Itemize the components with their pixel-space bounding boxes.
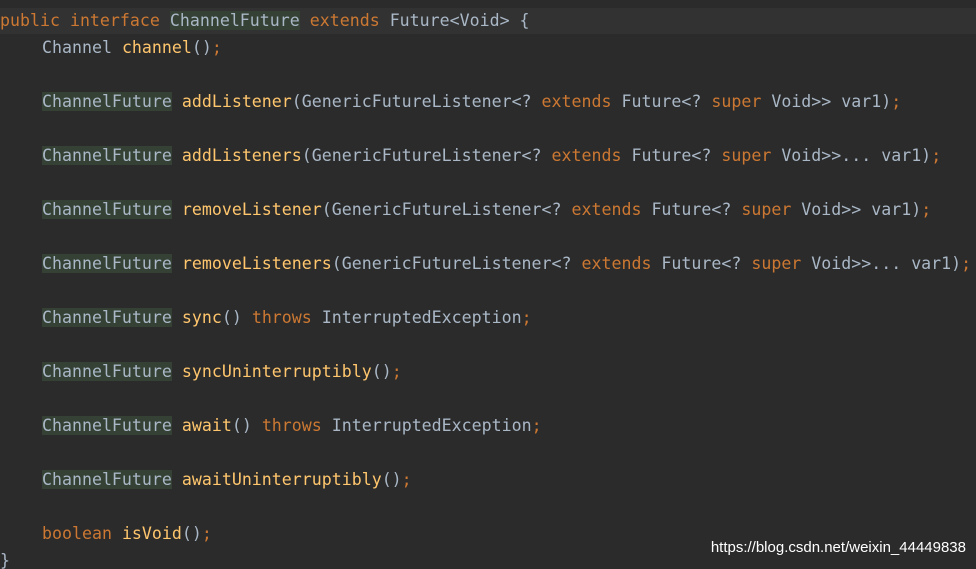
- semicolon: ;: [201, 524, 212, 543]
- return-type: ChannelFuture: [42, 470, 172, 489]
- semicolon: ;: [531, 416, 542, 435]
- code-line-remove-listener: ChannelFuture removeListener(GenericFutu…: [0, 197, 931, 223]
- method-name: addListener: [181, 92, 292, 111]
- keyword-super: super: [711, 92, 762, 111]
- return-type: ChannelFuture: [42, 254, 172, 273]
- params-part: Future<?: [651, 254, 752, 273]
- keyword-extends: extends: [571, 200, 642, 219]
- params-part: Void>> var1): [791, 200, 922, 219]
- code-line-interface-declaration: public interface ChannelFuture extends F…: [0, 8, 976, 34]
- keyword-public: public: [0, 11, 60, 30]
- semicolon: ;: [961, 254, 972, 273]
- semicolon: ;: [921, 200, 932, 219]
- method-parens: (): [181, 524, 202, 543]
- method-name: channel: [121, 38, 192, 57]
- semicolon: ;: [391, 362, 402, 381]
- semicolon: ;: [931, 146, 942, 165]
- method-name: syncUninterruptibly: [181, 362, 372, 381]
- code-line-sync: ChannelFuture sync() throws InterruptedE…: [0, 305, 532, 331]
- params-part: Future<?: [621, 146, 722, 165]
- params-part: (GenericFutureListener<?: [291, 92, 542, 111]
- keyword-extends: extends: [581, 254, 652, 273]
- method-name: await: [181, 416, 232, 435]
- method-name: sync: [181, 308, 222, 327]
- method-parens: (): [371, 362, 392, 381]
- keyword-super: super: [751, 254, 802, 273]
- semicolon: ;: [401, 470, 412, 489]
- keyword-interface: interface: [69, 11, 160, 30]
- method-name: addListeners: [181, 146, 302, 165]
- watermark-url: https://blog.csdn.net/weixin_44449838: [710, 539, 966, 556]
- code-line-remove-listeners: ChannelFuture removeListeners(GenericFut…: [0, 251, 971, 277]
- semicolon: ;: [521, 308, 532, 327]
- code-editor[interactable]: public interface ChannelFuture extends F…: [0, 0, 976, 569]
- params-part: Future<?: [611, 92, 712, 111]
- code-line-closing-brace: }: [0, 548, 10, 569]
- code-line-is-void: boolean isVoid();: [0, 521, 212, 547]
- keyword-super: super: [741, 200, 792, 219]
- return-type: ChannelFuture: [42, 146, 172, 165]
- closing-brace: }: [0, 551, 10, 569]
- return-type: ChannelFuture: [42, 308, 172, 327]
- exception-type: InterruptedException: [331, 416, 532, 435]
- method-name: removeListener: [181, 200, 322, 219]
- code-line-add-listeners: ChannelFuture addListeners(GenericFuture…: [0, 143, 941, 169]
- method-parens: (): [231, 416, 252, 435]
- return-type: ChannelFuture: [42, 416, 172, 435]
- interface-supertype: Future<Void> {: [389, 11, 530, 30]
- semicolon: ;: [891, 92, 902, 111]
- keyword-boolean: boolean: [42, 524, 112, 543]
- params-part: Void>>... var1): [801, 254, 962, 273]
- method-parens: (): [221, 308, 242, 327]
- code-line-sync-uninterruptibly: ChannelFuture syncUninterruptibly();: [0, 359, 402, 385]
- return-type: ChannelFuture: [42, 200, 172, 219]
- method-name: isVoid: [121, 524, 182, 543]
- semicolon: ;: [211, 38, 222, 57]
- keyword-extends: extends: [541, 92, 612, 111]
- params-part: Future<?: [641, 200, 742, 219]
- method-parens: (): [381, 470, 402, 489]
- return-type: Channel: [42, 38, 112, 57]
- interface-name: ChannelFuture: [169, 11, 300, 30]
- params-part: Void>> var1): [761, 92, 892, 111]
- params-part: (GenericFutureListener<?: [331, 254, 582, 273]
- code-line-await-uninterruptibly: ChannelFuture awaitUninterruptibly();: [0, 467, 412, 493]
- return-type: ChannelFuture: [42, 362, 172, 381]
- code-line-channel: Channel channel();: [0, 35, 222, 61]
- method-name: awaitUninterruptibly: [181, 470, 382, 489]
- keyword-throws: throws: [251, 308, 312, 327]
- params-part: (GenericFutureListener<?: [321, 200, 572, 219]
- keyword-extends: extends: [309, 11, 380, 30]
- return-type: ChannelFuture: [42, 92, 172, 111]
- keyword-extends: extends: [551, 146, 622, 165]
- params-part: Void>>... var1): [771, 146, 932, 165]
- exception-type: InterruptedException: [321, 308, 522, 327]
- keyword-super: super: [721, 146, 772, 165]
- code-line-add-listener: ChannelFuture addListener(GenericFutureL…: [0, 89, 901, 115]
- keyword-throws: throws: [261, 416, 322, 435]
- params-part: (GenericFutureListener<?: [301, 146, 552, 165]
- method-parens: (): [191, 38, 212, 57]
- method-name: removeListeners: [181, 254, 332, 273]
- code-line-await: ChannelFuture await() throws Interrupted…: [0, 413, 542, 439]
